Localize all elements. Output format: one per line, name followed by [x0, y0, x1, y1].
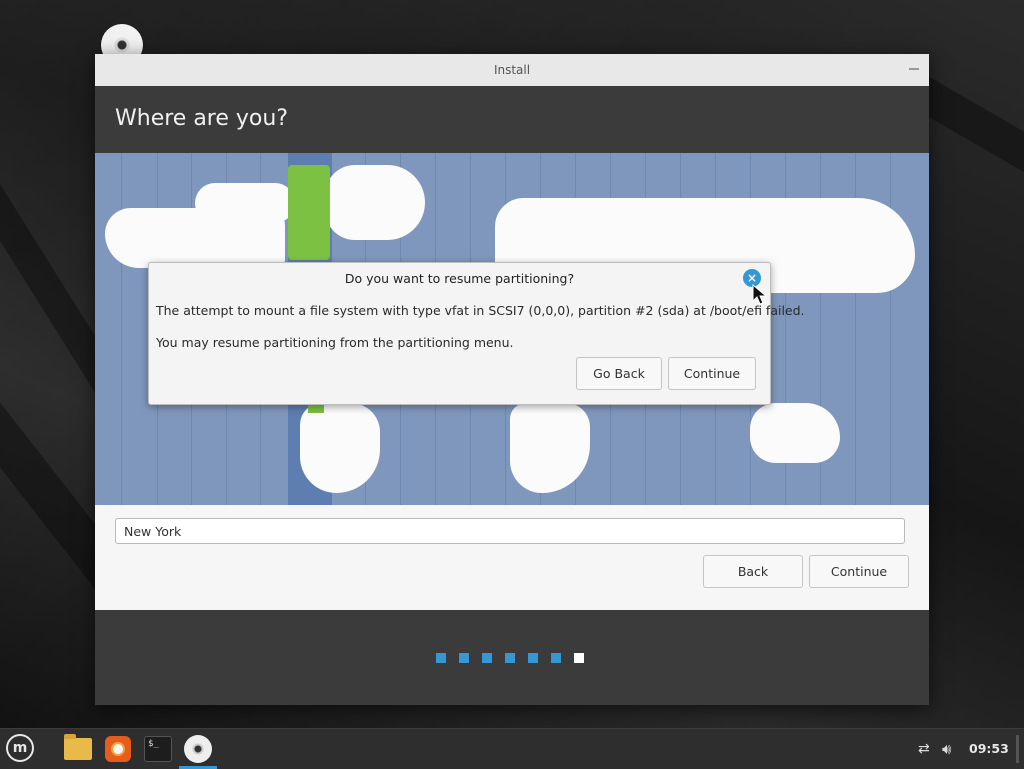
location-panel: Back Continue — [95, 505, 929, 610]
progress-step-dot — [528, 653, 538, 663]
minimize-icon[interactable] — [909, 68, 919, 70]
timezone-line — [890, 153, 891, 505]
dialog-title: Do you want to resume partitioning? — [149, 271, 770, 286]
dialog-message-hint: You may resume partitioning from the par… — [156, 335, 514, 350]
continue-button[interactable]: Continue — [809, 555, 909, 588]
continent-australia — [750, 403, 840, 463]
page-title: Where are you? — [115, 106, 288, 131]
progress-step-dot — [482, 653, 492, 663]
selected-timezone-highlight — [288, 165, 330, 260]
installer-task-icon[interactable] — [184, 735, 212, 763]
show-desktop-button[interactable] — [1016, 735, 1019, 763]
mint-menu-icon[interactable]: m — [6, 734, 34, 762]
continent-greenland — [325, 165, 425, 240]
continent-south-america — [300, 403, 380, 493]
title-bar[interactable]: Install — [95, 54, 929, 87]
window-title: Install — [95, 63, 929, 77]
continent-africa — [510, 403, 590, 493]
page-header: Where are you? — [95, 86, 929, 153]
progress-step-dot — [505, 653, 515, 663]
progress-step-dot — [459, 653, 469, 663]
dialog-continue-button[interactable]: Continue — [668, 357, 756, 390]
progress-step-dot — [574, 653, 584, 663]
clock[interactable]: 09:53 — [969, 741, 1009, 756]
dialog-message-error: The attempt to mount a file system with … — [156, 303, 805, 318]
files-folder-icon[interactable] — [64, 738, 92, 760]
back-button[interactable]: Back — [703, 555, 803, 588]
continent-arctic-islands — [195, 183, 295, 223]
location-input[interactable] — [115, 518, 905, 544]
go-back-button[interactable]: Go Back — [576, 357, 662, 390]
progress-step-dot — [436, 653, 446, 663]
progress-step-dot — [551, 653, 561, 663]
volume-icon[interactable]: 🔊︎ — [942, 740, 951, 758]
resume-partitioning-dialog: Do you want to resume partitioning? × Th… — [148, 262, 771, 405]
network-icon[interactable]: ⇄ — [918, 741, 930, 757]
mouse-cursor-icon — [752, 284, 768, 310]
progress-footer — [95, 610, 929, 705]
timezone-line — [121, 153, 122, 505]
taskbar: m $_ ⇄ 🔊︎ 09:53 — [0, 728, 1024, 769]
progress-dots — [436, 653, 597, 663]
firefox-icon[interactable] — [105, 736, 131, 762]
terminal-icon[interactable]: $_ — [144, 736, 172, 762]
